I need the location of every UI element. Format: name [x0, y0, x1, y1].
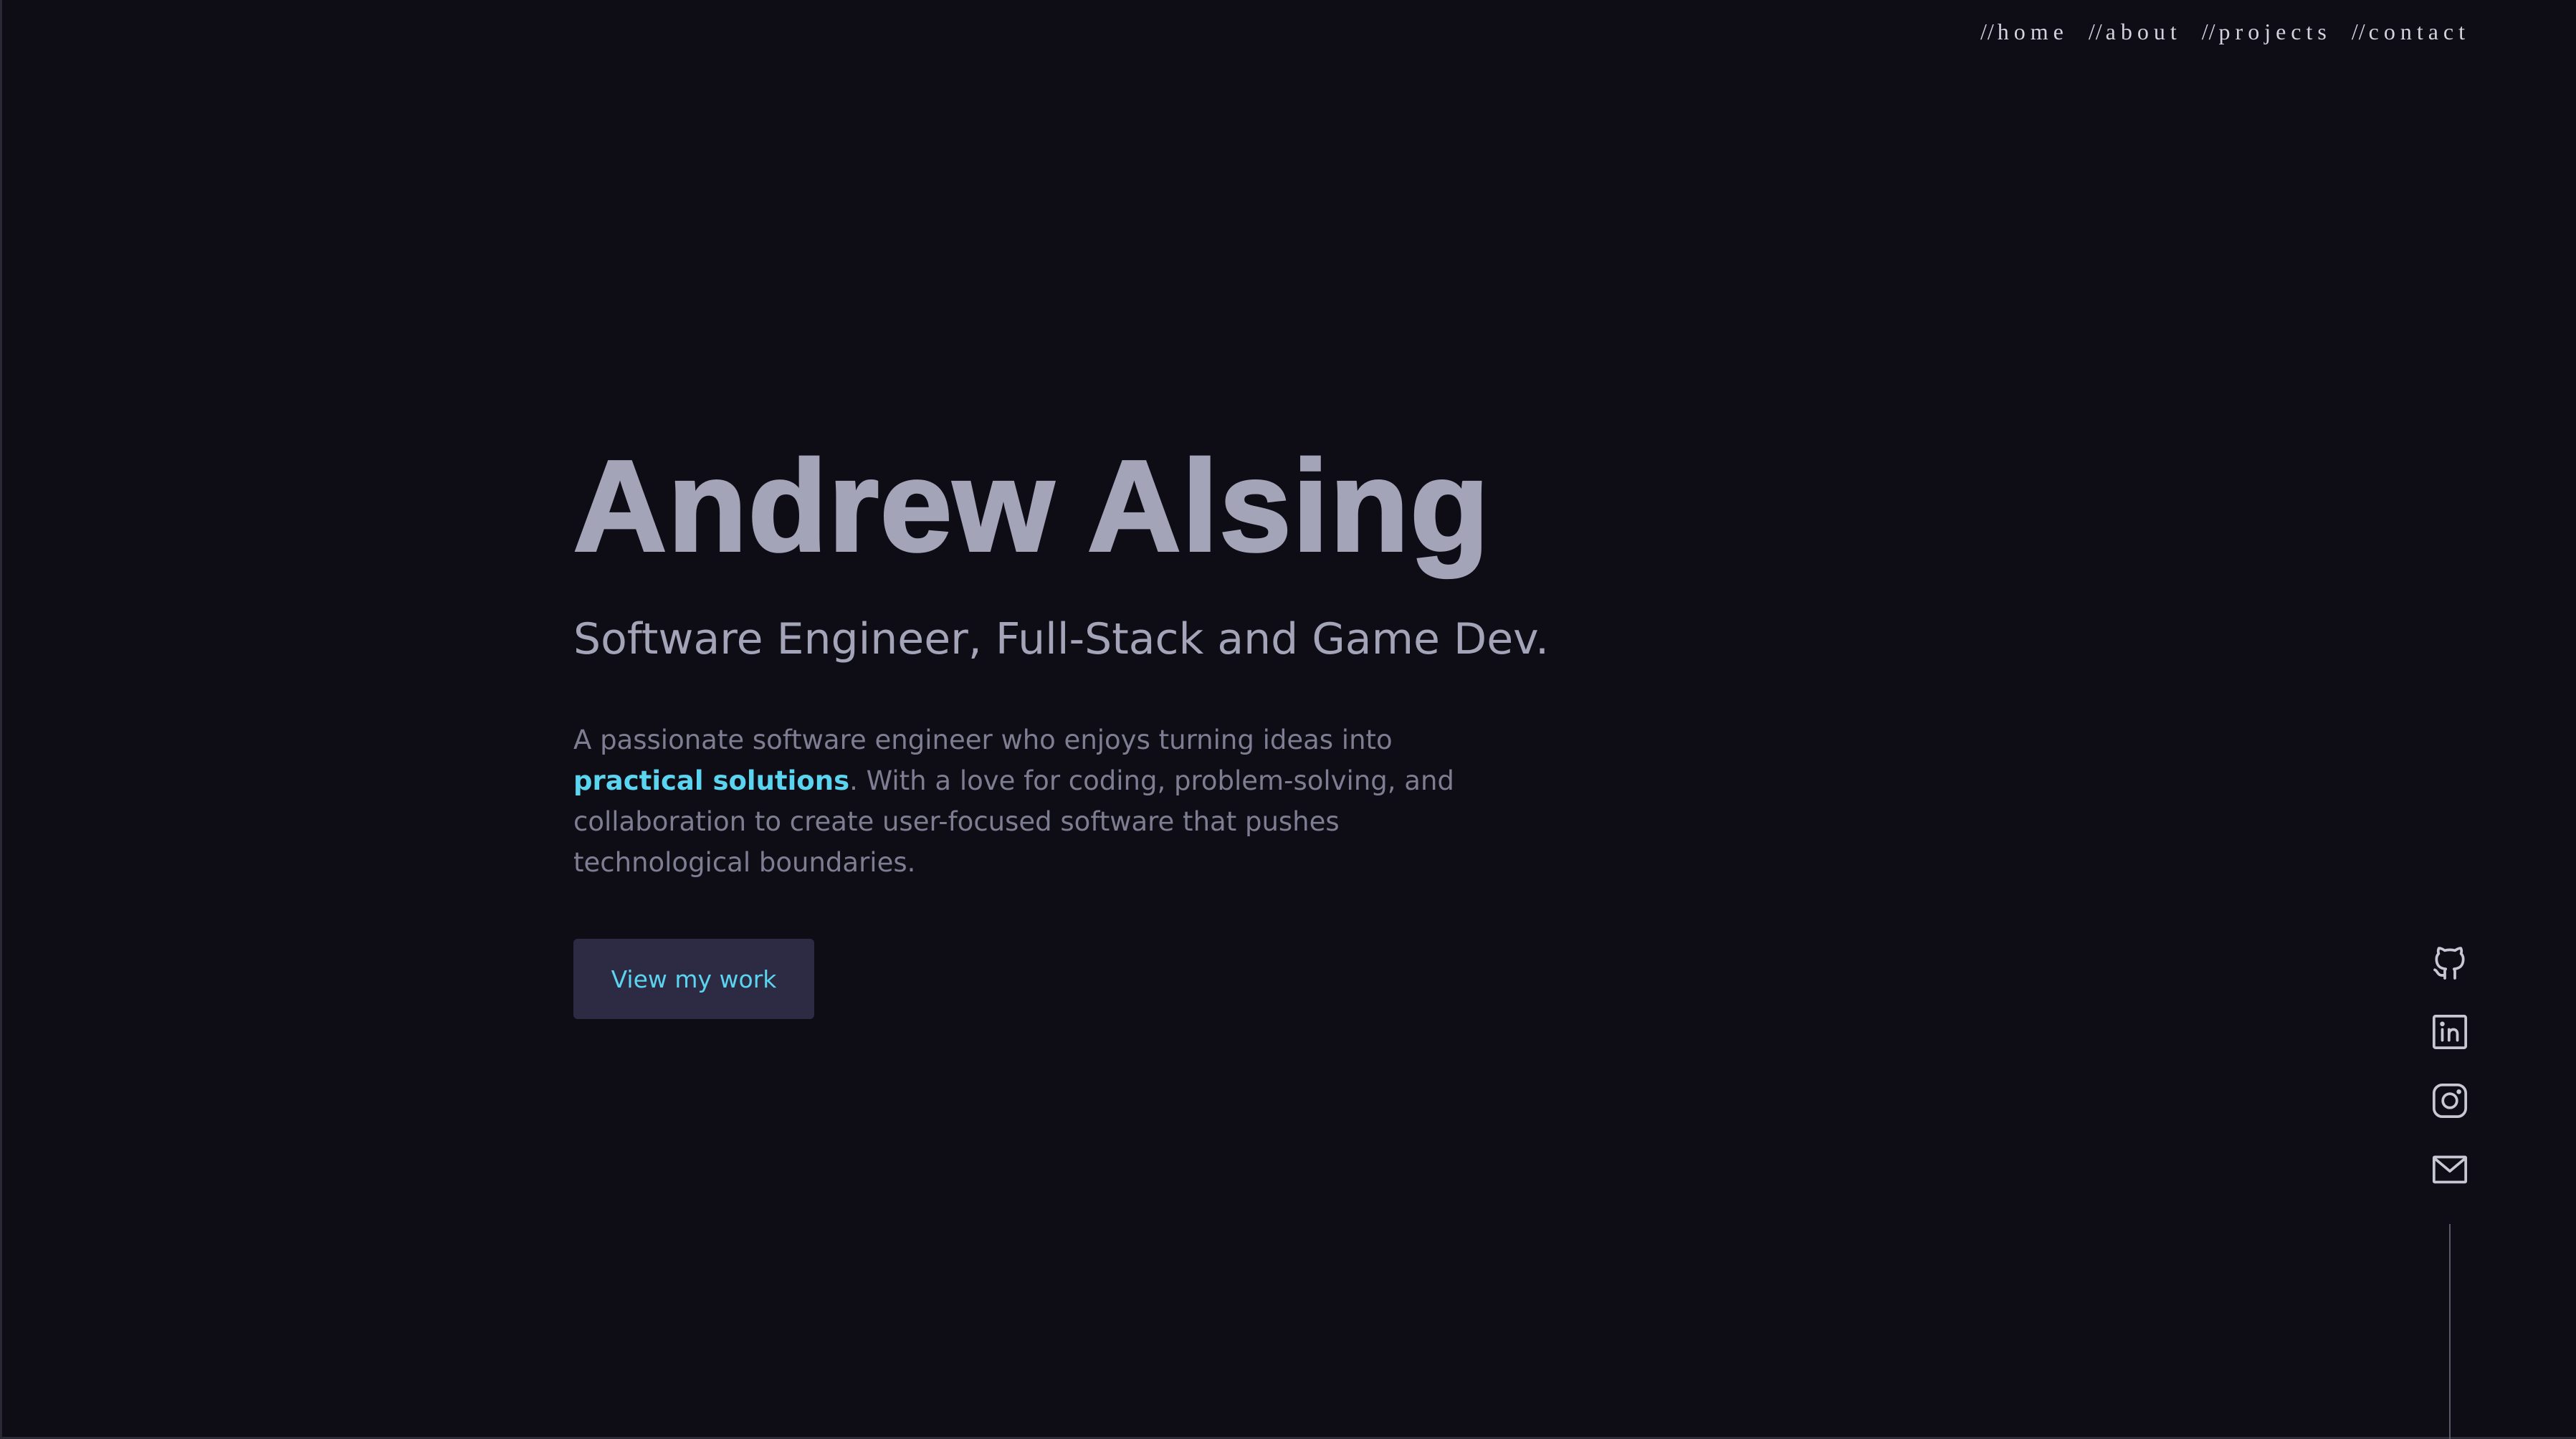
- nav-link-contact[interactable]: // contact: [2352, 19, 2470, 45]
- nav-link-home[interactable]: // home: [1980, 19, 2069, 45]
- hero-subtitle: Software Engineer, Full-Stack and Game D…: [573, 614, 1550, 664]
- github-link[interactable]: [2430, 943, 2470, 983]
- instagram-icon: [2432, 1083, 2468, 1119]
- social-links: [2425, 943, 2474, 1190]
- mail-icon: [2432, 1155, 2468, 1184]
- view-my-work-button[interactable]: View my work: [573, 939, 814, 1019]
- nav-label-contact: contact: [2368, 19, 2470, 44]
- left-edge-divider: [0, 0, 2, 1439]
- linkedin-link[interactable]: [2430, 1012, 2470, 1052]
- hero-description: A passionate software engineer who enjoy…: [573, 720, 1498, 883]
- top-navigation: // home // about // projects // contact: [1980, 19, 2470, 45]
- nav-prefix: //: [2351, 19, 2366, 44]
- portfolio-page: // home // about // projects // contact …: [0, 0, 2576, 1439]
- github-icon: [2433, 947, 2465, 980]
- nav-label-projects: projects: [2218, 19, 2332, 44]
- email-link[interactable]: [2430, 1149, 2470, 1190]
- description-highlight: practical solutions: [573, 765, 850, 796]
- nav-link-projects[interactable]: // projects: [2202, 19, 2332, 45]
- linkedin-icon: [2432, 1014, 2468, 1050]
- hero-title: Andrew Alsing: [572, 434, 1491, 578]
- instagram-link[interactable]: [2430, 1081, 2470, 1121]
- nav-link-about[interactable]: // about: [2089, 19, 2182, 45]
- social-vertical-line: [2449, 1224, 2451, 1439]
- nav-label-about: about: [2105, 19, 2182, 44]
- nav-prefix: //: [2201, 19, 2216, 44]
- nav-prefix: //: [2088, 19, 2103, 44]
- description-text: A passionate software engineer who enjoy…: [573, 725, 1393, 755]
- hero-section: Andrew Alsing Software Engineer, Full-St…: [572, 434, 1577, 883]
- nav-label-home: home: [1997, 19, 2069, 44]
- nav-prefix: //: [1980, 19, 1995, 44]
